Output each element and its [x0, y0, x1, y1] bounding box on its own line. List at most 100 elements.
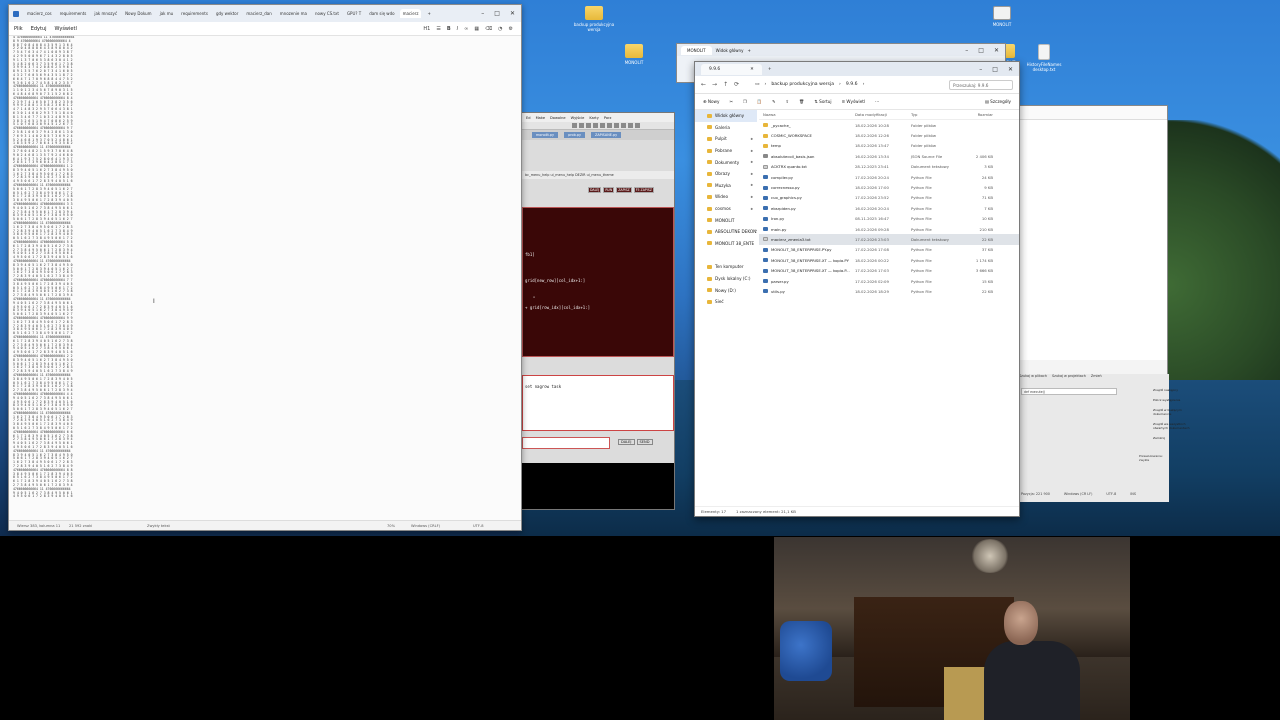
- col-date[interactable]: Data modyfikacji: [855, 112, 911, 117]
- link-icon[interactable]: ∞: [464, 26, 468, 32]
- minimize-icon[interactable]: –: [481, 10, 484, 17]
- sidebar-item[interactable]: Sieć: [695, 296, 757, 308]
- tool-icon[interactable]: [607, 123, 612, 128]
- notepad-tab[interactable]: macierz_cos: [24, 9, 55, 18]
- sidebar-item[interactable]: Dokumenty ✱: [695, 156, 757, 168]
- sidebar-item[interactable]: MONOLIT 38_ENTE: [695, 238, 757, 250]
- pin-icon[interactable]: ✱: [750, 160, 753, 164]
- sidebar-item[interactable]: Dysk lokalny (C:): [695, 273, 757, 285]
- maximize-icon[interactable]: □: [992, 66, 998, 73]
- tool-icon[interactable]: [621, 123, 626, 128]
- tool-icon[interactable]: [572, 123, 577, 128]
- up-arrow-icon[interactable]: ↑: [723, 81, 728, 88]
- sidebar-item[interactable]: Pobrane ✱: [695, 145, 757, 157]
- file-row[interactable]: cuo_graphics.py 17.02.2026 23:52 Python Fi…: [759, 193, 1019, 203]
- notepad-tab[interactable]: requirements: [178, 9, 211, 18]
- dalej-send-button[interactable]: DALEJ: [618, 439, 635, 445]
- notepad-tab[interactable]: GPU? T: [344, 9, 364, 18]
- copy-icon[interactable]: ❐: [743, 99, 747, 104]
- find-tab-replace[interactable]: Zmień: [1091, 374, 1102, 378]
- tab-widok-glowny[interactable]: Widok główny: [716, 48, 744, 53]
- pin-icon[interactable]: ✱: [750, 137, 753, 141]
- tool-icon[interactable]: [579, 123, 584, 128]
- notepad-tab[interactable]: mnozenie ma: [277, 9, 310, 18]
- new-tab-icon[interactable]: +: [747, 48, 750, 53]
- close-icon[interactable]: ✕: [994, 47, 999, 54]
- file-row[interactable]: MONOLIT_38_ENTERPRISE.XT — kopia.P... 17.…: [759, 265, 1019, 275]
- file-row[interactable]: absolutecoil_basis.json 16.02.2026 13:34 J…: [759, 151, 1019, 161]
- desktop-icon-monolit-app[interactable]: MONOLIT: [976, 6, 1028, 27]
- sidebar-item[interactable]: Nowy (D:): [695, 284, 757, 296]
- notepad-tab[interactable]: dam się wdo: [366, 9, 397, 18]
- cut-icon[interactable]: ✂: [729, 99, 733, 104]
- sidebar-item[interactable]: Widok główny: [695, 110, 757, 122]
- search-input[interactable]: Przeszukaj: 9.9.6: [949, 79, 1013, 90]
- heading-dropdown[interactable]: H1: [423, 26, 430, 32]
- tool-icon[interactable]: [628, 123, 633, 128]
- desktop-icon-backup[interactable]: backup produkcyjna wersja: [568, 6, 620, 32]
- zoom-level[interactable]: 70%: [387, 524, 395, 528]
- back-arrow-icon[interactable]: ←: [701, 81, 706, 88]
- zapisz-button[interactable]: ZAPISZ: [616, 187, 632, 193]
- sidebar-item[interactable]: Pulpit ✱: [695, 133, 757, 145]
- breadcrumb[interactable]: ▭ › backup produkcyjna wersja › 9.9.6 ›: [755, 82, 864, 87]
- menu-edit[interactable]: Edytuj: [31, 26, 47, 32]
- line-ending[interactable]: Windows (CRLF): [411, 524, 440, 528]
- file-row[interactable]: Iron.py 08.11.2025 16:47 Python File 10 KB: [759, 214, 1019, 224]
- file-row[interactable]: compiler.py 17.02.2026 20:24 Python File 24…: [759, 172, 1019, 182]
- col-name[interactable]: Nazwa: [759, 112, 855, 117]
- sidebar-item[interactable]: Ten komputer: [695, 261, 757, 273]
- pin-icon[interactable]: ✱: [750, 207, 753, 211]
- ide-menu-item[interactable]: Porz: [604, 116, 612, 120]
- file-row[interactable]: ACKTRX quanto.txt 28.12.2025 23:41 Dokumen…: [759, 162, 1019, 172]
- file-row[interactable]: correcnesso.py 18.02.2026 17:00 Python Fil…: [759, 182, 1019, 192]
- details-button[interactable]: ▤ Szczegóły: [985, 99, 1011, 104]
- notepad-tab[interactable]: gdy wektor: [213, 9, 241, 18]
- sidebar-item[interactable]: Galeria: [695, 122, 757, 134]
- delete-icon[interactable]: 🗑: [799, 99, 804, 105]
- find-in-current-button[interactable]: Znajdź w bieżącym dokumencie: [1153, 408, 1197, 416]
- col-type[interactable]: Typ: [911, 112, 959, 117]
- sidebar-item[interactable]: ABSOLUTNE DEKONST: [695, 226, 757, 238]
- file-tab[interactable]: prob.py: [564, 132, 585, 138]
- sidebar-item[interactable]: cosmos ✱: [695, 203, 757, 215]
- clear-format-icon[interactable]: ⌫: [485, 26, 492, 32]
- new-button[interactable]: ⊕ Nowy: [703, 99, 719, 104]
- find-in-all-button[interactable]: Znajdź we wszystkich otwartych dokumenta…: [1153, 422, 1197, 430]
- ide-menu-item[interactable]: Wyjście: [571, 116, 585, 120]
- file-row[interactable]: parser.py 17.02.2026 02:09 Python File 15 K…: [759, 276, 1019, 286]
- console-input[interactable]: [522, 437, 610, 449]
- file-tab[interactable]: monolit.py: [532, 132, 559, 138]
- ide-menu-item[interactable]: Dowolne: [550, 116, 566, 120]
- notepad-tab[interactable]: macierz_dan: [243, 9, 274, 18]
- close-icon[interactable]: ✕: [1008, 66, 1013, 73]
- find-dropdown[interactable]: def execute(): [1021, 388, 1117, 395]
- refresh-icon[interactable]: ⟳: [734, 81, 739, 88]
- pin-icon[interactable]: ✱: [750, 183, 753, 187]
- file-row[interactable]: main.py 16.02.2026 09:28 Python File 210 KB: [759, 224, 1019, 234]
- file-row[interactable]: temp 18.02.2026 13:47 Folder plików: [759, 141, 1019, 151]
- encoding[interactable]: UTF-8: [473, 524, 483, 528]
- notepad-tab[interactable]: nowy CS.txt: [312, 9, 342, 18]
- run-button[interactable]: RUN: [603, 187, 615, 193]
- tab-monolit[interactable]: MONOLIT: [681, 45, 712, 55]
- tool-icon[interactable]: [614, 123, 619, 128]
- sidebar-item[interactable]: MONOLIT: [695, 214, 757, 226]
- table-icon[interactable]: ▦: [474, 26, 479, 32]
- copilot-icon[interactable]: ◔: [498, 26, 502, 32]
- paste-icon[interactable]: 📋: [757, 99, 762, 105]
- desktop-icon-monolit[interactable]: MONOLIT: [608, 44, 660, 65]
- tool-icon[interactable]: [600, 123, 605, 128]
- explorer-tab[interactable]: 9.9.6 ✕: [701, 63, 762, 75]
- close-find-button[interactable]: Zamknij: [1153, 436, 1197, 440]
- file-row[interactable]: MONOLIT_38_ENTERPRISE.XT — kopia.PY 18.02…: [759, 255, 1019, 265]
- count-button[interactable]: Policz wystąpienia: [1153, 398, 1197, 402]
- ide-menu-item[interactable]: Karty: [589, 116, 599, 120]
- ide-menu-item[interactable]: Ed: [526, 116, 531, 120]
- breadcrumb-item[interactable]: backup produkcyjna wersja: [771, 82, 834, 87]
- send-button[interactable]: SEND: [636, 439, 653, 445]
- close-tab-icon[interactable]: ✕: [750, 67, 754, 72]
- notepad-text-area[interactable]: 4 4766666666664 11 4766666666664 8 9 4766…: [13, 36, 113, 522]
- maximize-icon[interactable]: □: [494, 10, 500, 17]
- maximize-icon[interactable]: □: [978, 47, 984, 54]
